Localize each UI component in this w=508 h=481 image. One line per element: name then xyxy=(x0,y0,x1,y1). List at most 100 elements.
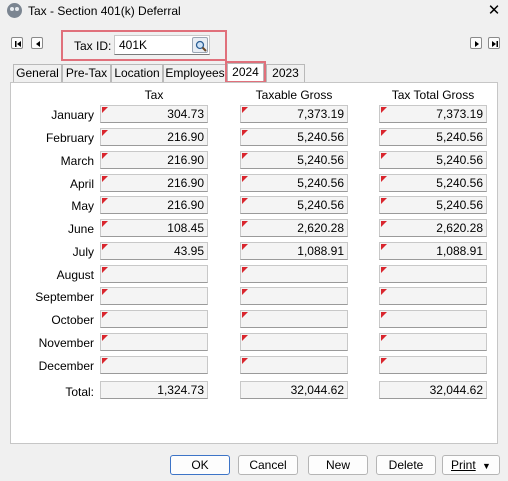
edit-marker-icon xyxy=(242,130,248,136)
next-record-button[interactable] xyxy=(470,37,482,49)
taxable-gross-value: 1,088.91 xyxy=(297,244,344,258)
month-label: September xyxy=(35,290,94,304)
total-taxable-gross-value: 32,044.62 xyxy=(290,383,344,397)
tab-pre-tax[interactable]: Pre-Tax xyxy=(62,64,111,82)
total-tax-cell: 1,324.73 xyxy=(100,381,208,399)
next-record-icon xyxy=(475,41,479,47)
taxable-gross-cell[interactable] xyxy=(240,287,348,305)
taxable-gross-cell[interactable]: 5,240.56 xyxy=(240,196,348,214)
tab-location[interactable]: Location xyxy=(111,64,163,82)
taxid-label: Tax ID: xyxy=(74,39,112,53)
taxable-gross-cell[interactable] xyxy=(240,356,348,374)
tab-employees[interactable]: Employees xyxy=(163,64,227,82)
tax-total-gross-cell[interactable] xyxy=(379,287,487,305)
edit-marker-icon xyxy=(242,358,248,364)
tax-cell[interactable]: 108.45 xyxy=(100,219,208,237)
dropdown-arrow-icon: ▼ xyxy=(482,461,491,471)
total-label: Total: xyxy=(65,385,94,399)
taxable-gross-cell[interactable]: 5,240.56 xyxy=(240,151,348,169)
tax-cell[interactable] xyxy=(100,265,208,283)
taxable-gross-cell[interactable]: 1,088.91 xyxy=(240,242,348,260)
cancel-button[interactable]: Cancel xyxy=(238,455,298,475)
tab-general[interactable]: General xyxy=(13,64,62,82)
header-taxable-gross: Taxable Gross xyxy=(255,88,333,102)
tax-cell[interactable] xyxy=(100,310,208,328)
edit-marker-icon xyxy=(381,130,387,136)
taxable-gross-cell[interactable]: 7,373.19 xyxy=(240,105,348,123)
tax-cell[interactable] xyxy=(100,287,208,305)
tax-total-gross-cell[interactable] xyxy=(379,310,487,328)
taxable-gross-cell[interactable]: 5,240.56 xyxy=(240,128,348,146)
taxable-gross-cell[interactable]: 5,240.56 xyxy=(240,174,348,192)
edit-marker-icon xyxy=(242,267,248,273)
header-tax-total-gross: Tax Total Gross xyxy=(391,88,475,102)
month-label: April xyxy=(69,177,94,191)
tax-total-gross-cell[interactable]: 5,240.56 xyxy=(379,196,487,214)
taxable-gross-cell[interactable] xyxy=(240,310,348,328)
tax-total-gross-value: 5,240.56 xyxy=(436,198,483,212)
tax-total-gross-cell[interactable] xyxy=(379,333,487,351)
month-label: May xyxy=(71,199,94,213)
tax-total-gross-cell[interactable]: 5,240.56 xyxy=(379,174,487,192)
edit-marker-icon xyxy=(381,153,387,159)
taxable-gross-cell[interactable]: 2,620.28 xyxy=(240,219,348,237)
last-record-button[interactable] xyxy=(488,37,500,49)
total-tax-total-gross-cell: 32,044.62 xyxy=(379,381,487,399)
header-tax: Tax xyxy=(144,88,164,102)
tax-cell[interactable] xyxy=(100,356,208,374)
first-record-button[interactable] xyxy=(11,37,23,49)
edit-marker-icon xyxy=(102,312,108,318)
edit-marker-icon xyxy=(102,244,108,250)
month-label: January xyxy=(51,108,94,122)
tax-total-gross-cell[interactable]: 1,088.91 xyxy=(379,242,487,260)
tax-cell[interactable]: 43.95 xyxy=(100,242,208,260)
new-button[interactable]: New xyxy=(308,455,368,475)
taxable-gross-cell[interactable] xyxy=(240,265,348,283)
tax-total-gross-cell[interactable] xyxy=(379,356,487,374)
users-icon xyxy=(7,3,22,18)
tax-total-gross-cell[interactable]: 5,240.56 xyxy=(379,151,487,169)
tab-2024[interactable]: 2024 xyxy=(227,63,264,83)
month-label: October xyxy=(51,313,94,327)
tax-total-gross-cell[interactable] xyxy=(379,265,487,283)
tax-value: 216.90 xyxy=(167,176,204,190)
total-tax-total-gross-value: 32,044.62 xyxy=(429,383,483,397)
tax-cell[interactable] xyxy=(100,333,208,351)
tax-total-gross-value: 5,240.56 xyxy=(436,153,483,167)
ok-button[interactable]: OK xyxy=(170,455,230,475)
edit-marker-icon xyxy=(242,107,248,113)
tax-cell[interactable]: 216.90 xyxy=(100,151,208,169)
tab-2023[interactable]: 2023 xyxy=(266,64,305,82)
edit-marker-icon xyxy=(381,244,387,250)
delete-button[interactable]: Delete xyxy=(376,455,436,475)
taxable-gross-value: 7,373.19 xyxy=(297,107,344,121)
taxable-gross-value: 2,620.28 xyxy=(297,221,344,235)
edit-marker-icon xyxy=(381,176,387,182)
previous-record-button[interactable] xyxy=(31,37,43,49)
taxable-gross-cell[interactable] xyxy=(240,333,348,351)
month-label: February xyxy=(45,131,94,145)
edit-marker-icon xyxy=(102,198,108,204)
first-record-icon xyxy=(15,41,21,47)
edit-marker-icon xyxy=(242,335,248,341)
taxable-gross-value: 5,240.56 xyxy=(297,130,344,144)
tax-value: 43.95 xyxy=(173,244,204,258)
tax-cell[interactable]: 216.90 xyxy=(100,174,208,192)
tax-total-gross-value: 5,240.56 xyxy=(436,130,483,144)
close-icon[interactable]: ✕ xyxy=(486,1,502,19)
print-label: Print xyxy=(451,458,476,472)
tax-total-gross-cell[interactable]: 2,620.28 xyxy=(379,219,487,237)
tax-total-gross-cell[interactable]: 5,240.56 xyxy=(379,128,487,146)
tax-cell[interactable]: 216.90 xyxy=(100,128,208,146)
print-button[interactable]: Print ▼ xyxy=(442,455,500,475)
tax-cell[interactable]: 216.90 xyxy=(100,196,208,214)
total-taxable-gross-cell: 32,044.62 xyxy=(240,381,348,399)
taxid-search-button[interactable] xyxy=(192,37,208,53)
edit-marker-icon xyxy=(242,244,248,250)
edit-marker-icon xyxy=(102,130,108,136)
edit-marker-icon xyxy=(242,176,248,182)
tax-total-gross-value: 7,373.19 xyxy=(436,107,483,121)
tax-total-gross-cell[interactable]: 7,373.19 xyxy=(379,105,487,123)
tax-cell[interactable]: 304.73 xyxy=(100,105,208,123)
magnifier-icon xyxy=(195,40,207,52)
